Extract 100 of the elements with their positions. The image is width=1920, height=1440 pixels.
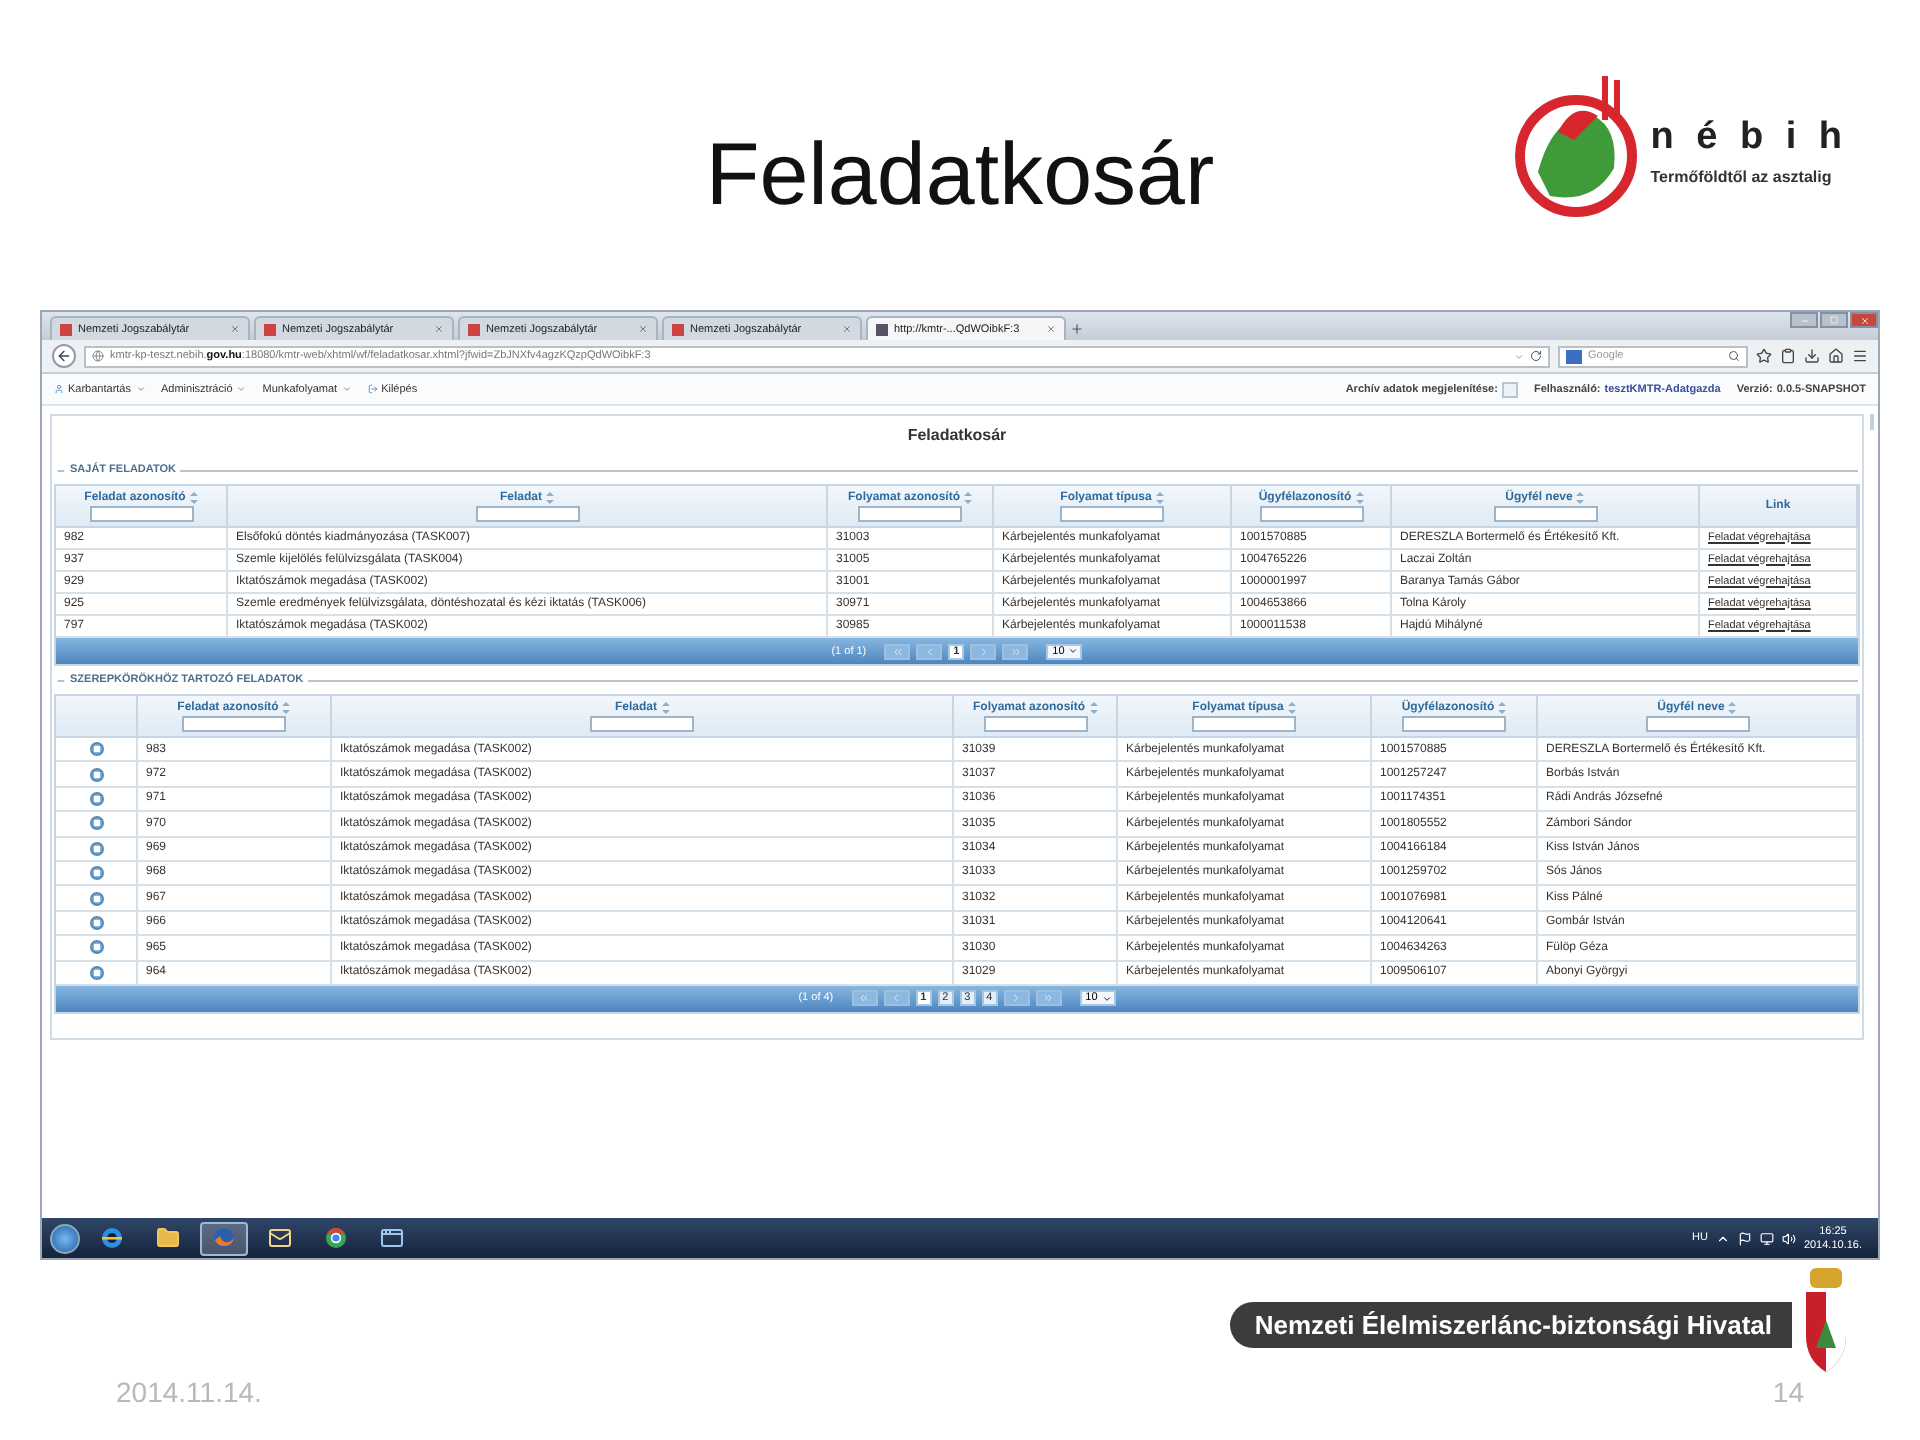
star-icon[interactable] (1756, 348, 1772, 364)
row-circle-button[interactable] (89, 767, 103, 782)
filter-input[interactable] (1192, 715, 1296, 731)
sort-icon[interactable] (1728, 701, 1737, 713)
row-circle-button[interactable] (89, 791, 103, 806)
home-icon[interactable] (1828, 348, 1844, 364)
caret-icon (135, 384, 145, 394)
filter-input[interactable] (1645, 715, 1749, 731)
back-arrow-icon (56, 348, 72, 364)
sort-icon[interactable] (282, 701, 291, 713)
chrome-wheel-icon (324, 1226, 348, 1250)
row-circle-button[interactable] (89, 866, 103, 881)
first-page-button[interactable] (851, 990, 878, 1007)
sort-icon[interactable] (964, 491, 972, 503)
row-circle-button[interactable] (89, 940, 103, 955)
double-chevron-right-icon (1009, 645, 1022, 657)
slide-date: 2014.11.14. (116, 1376, 262, 1408)
filter-input[interactable] (182, 715, 286, 731)
chevron-left-icon (923, 645, 936, 657)
previous-page-button[interactable] (916, 643, 943, 659)
menu-icon[interactable] (1852, 348, 1868, 364)
sort-icon[interactable] (1355, 491, 1364, 503)
folder-icon (156, 1226, 180, 1250)
sort-icon[interactable] (189, 491, 198, 503)
page-icon (468, 323, 480, 335)
slide-number: 14 (1772, 1376, 1804, 1408)
search-icon (1728, 350, 1740, 362)
filter-input[interactable] (475, 505, 579, 521)
monitor-icon[interactable] (1759, 1231, 1774, 1245)
speaker-icon[interactable] (1781, 1231, 1796, 1245)
next-page-button[interactable] (970, 643, 997, 659)
row-circle-button[interactable] (89, 816, 103, 831)
download-icon[interactable] (1804, 348, 1820, 364)
archive-checkbox[interactable] (1501, 381, 1518, 397)
close-button[interactable] (1850, 312, 1878, 328)
caret-icon (236, 384, 247, 394)
filter-input[interactable] (89, 505, 193, 521)
brand-tagline: Termőföldtől az asztalig (1650, 167, 1834, 185)
sort-icon[interactable] (1155, 491, 1164, 503)
minimize-button[interactable] (1790, 312, 1818, 328)
sort-icon[interactable] (1089, 701, 1097, 713)
first-page-button[interactable] (884, 643, 911, 659)
page-icon (264, 323, 276, 335)
letter-e-icon (100, 1226, 124, 1250)
search-engine-icon[interactable] (1566, 349, 1582, 363)
caret-icon (1101, 993, 1112, 1004)
collapse-icon[interactable] (56, 465, 66, 475)
sort-icon[interactable] (546, 491, 554, 503)
back-button[interactable] (52, 344, 76, 368)
filter-input[interactable] (983, 715, 1087, 731)
maximize-icon (1830, 316, 1838, 324)
chevron-up-icon[interactable] (1715, 1231, 1730, 1245)
filter-input[interactable] (1493, 505, 1597, 521)
flag-icon[interactable] (1737, 1231, 1752, 1245)
new-tab-icon[interactable] (1070, 322, 1084, 336)
row-circle-button[interactable] (89, 841, 103, 856)
row-circle-button[interactable] (89, 891, 103, 906)
filter-input[interactable] (858, 505, 962, 521)
previous-page-button[interactable] (883, 990, 910, 1007)
next-page-button[interactable] (1003, 990, 1030, 1007)
sort-icon[interactable] (1576, 491, 1585, 503)
row-circle-button[interactable] (89, 915, 103, 930)
caret-icon (1068, 646, 1079, 656)
row-circle-button[interactable] (89, 965, 103, 980)
filter-input[interactable] (1060, 505, 1164, 521)
page-icon (876, 323, 888, 335)
reload-icon[interactable] (1530, 350, 1542, 362)
window-icon (380, 1226, 404, 1250)
filter-input[interactable] (590, 715, 694, 731)
sort-icon[interactable] (661, 701, 669, 713)
chevron-right-icon (977, 645, 990, 657)
envelope-icon (268, 1226, 292, 1250)
taskbar-app-button[interactable] (200, 1221, 248, 1255)
page-icon (672, 323, 684, 335)
sort-icon[interactable] (1498, 701, 1507, 713)
clipboard-icon[interactable] (1780, 348, 1796, 364)
logout-icon (367, 384, 378, 394)
start-button[interactable] (50, 1223, 80, 1253)
person-icon (54, 384, 64, 394)
page-title: Feladatkosár (905, 424, 1009, 448)
row-circle-button[interactable] (89, 742, 103, 757)
filter-input[interactable] (1402, 715, 1506, 731)
caret-icon (341, 384, 352, 394)
dropdown-icon (1514, 351, 1524, 361)
filter-input[interactable] (1259, 505, 1363, 521)
minimize-icon (1799, 315, 1809, 325)
collapse-icon[interactable] (56, 675, 66, 685)
chevron-right-icon (1010, 992, 1023, 1005)
chevron-left-icon (890, 992, 903, 1005)
last-page-button[interactable] (1035, 990, 1062, 1007)
slide-title: Feladatkosár (705, 124, 1215, 228)
organization-banner: Nemzeti Élelmiszerlánc-biztonsági Hivatal (1230, 1302, 1792, 1348)
page-icon (60, 323, 72, 335)
maximize-button[interactable] (1820, 312, 1848, 328)
last-page-button[interactable] (1002, 643, 1029, 659)
globe-icon (92, 350, 104, 362)
sort-icon[interactable] (1287, 701, 1296, 713)
double-chevron-left-icon (858, 992, 871, 1005)
brand-name: n é b i h (1650, 115, 1848, 159)
coat-of-arms-drawing (1800, 1264, 1852, 1376)
